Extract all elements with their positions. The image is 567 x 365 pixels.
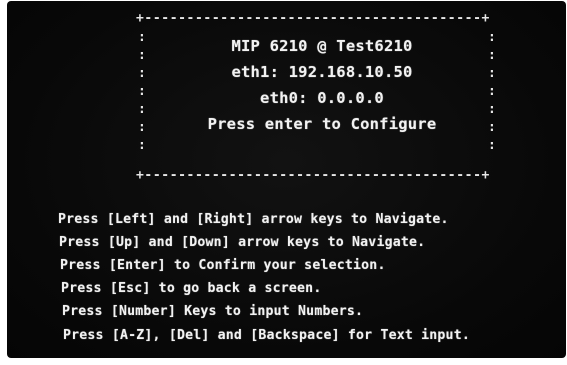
box-left-border: : : : : : : : xyxy=(138,30,146,153)
eth1-address-line: eth1: 192.168.10.50 xyxy=(231,63,413,81)
instruction-line-enter: Press [Enter] to Confirm your selection. xyxy=(60,258,386,273)
device-name-line: MIP 6210 @ Test6210 xyxy=(231,37,413,55)
instruction-line-navigate-up-down: Press [Up] and [Down] arrow keys to Navi… xyxy=(59,235,426,250)
box-right-border: : : : : : : : xyxy=(488,30,496,153)
console-screen: +---------------------------------------… xyxy=(7,1,566,358)
instruction-line-esc: Press [Esc] to go back a screen. xyxy=(61,281,322,296)
instruction-line-text-input: Press [A-Z], [Del] and [Backspace] for T… xyxy=(63,328,470,343)
box-top-border: +---------------------------------------… xyxy=(136,11,490,26)
box-bottom-border: +---------------------------------------… xyxy=(136,168,490,183)
eth0-address-line: eth0: 0.0.0.0 xyxy=(260,89,384,107)
instruction-line-navigate-left-right: Press [Left] and [Right] arrow keys to N… xyxy=(58,212,449,227)
instruction-line-number: Press [Number] Keys to input Numbers. xyxy=(62,304,364,319)
configure-prompt[interactable]: Press enter to Configure xyxy=(157,115,487,133)
photo-frame: +---------------------------------------… xyxy=(0,0,567,365)
